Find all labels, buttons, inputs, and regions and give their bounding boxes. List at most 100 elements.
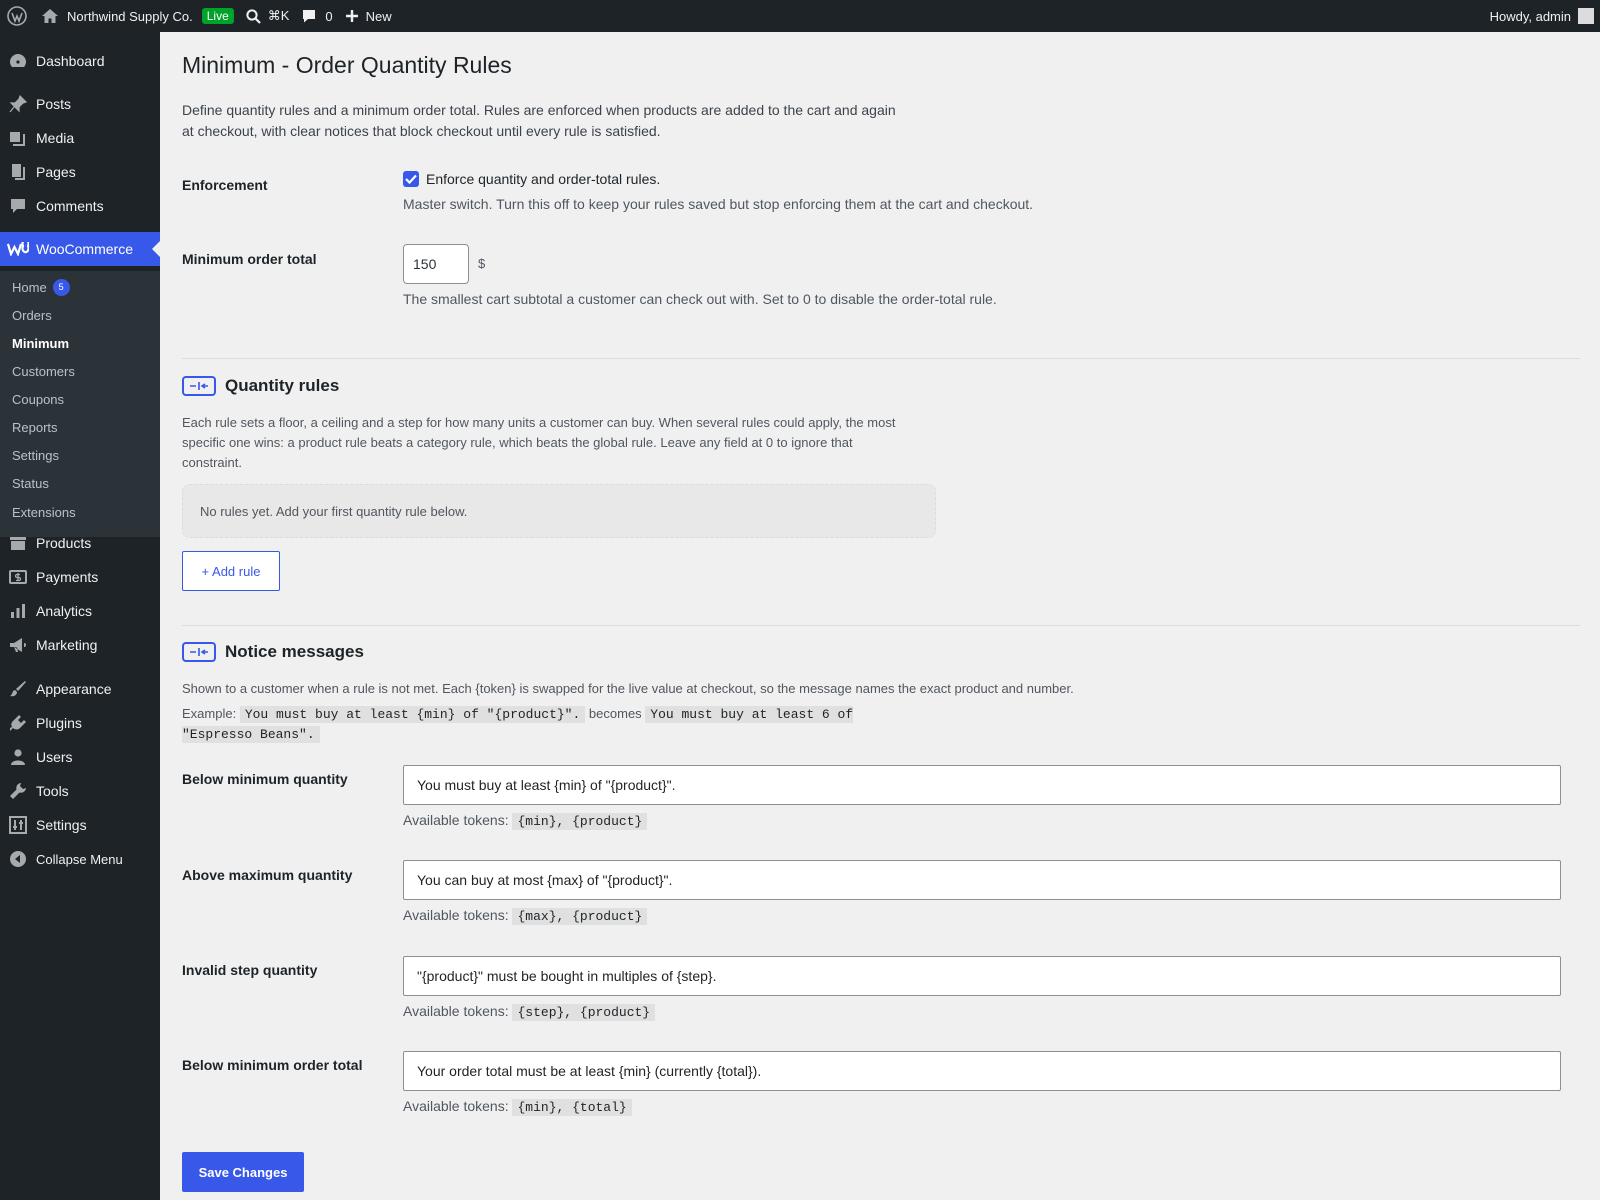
megaphone-icon: [0, 636, 36, 654]
submenu-coupons[interactable]: Coupons: [12, 392, 64, 407]
notice-input-invalid-step[interactable]: [403, 956, 1561, 996]
collapse-arrow-icon: [0, 850, 36, 868]
menu-posts-label: Posts: [36, 96, 72, 112]
menu-settings[interactable]: Settings: [0, 808, 160, 842]
menu-woocommerce-label: WooCommerce: [36, 241, 133, 257]
minimum-total-label: Minimum order total: [182, 251, 317, 267]
menu-dashboard[interactable]: Dashboard: [0, 44, 160, 78]
notice-input-above-max[interactable]: [403, 860, 1561, 900]
submenu-home[interactable]: Home 5: [12, 279, 70, 296]
collapse-menu-button[interactable]: Collapse Menu: [0, 842, 160, 876]
enforce-checkbox[interactable]: [403, 171, 419, 187]
tokens-label: Available tokens:: [403, 812, 509, 828]
submenu-customers-label: Customers: [12, 364, 75, 379]
notice-label-above-max: Above maximum quantity: [182, 867, 353, 883]
menu-woocommerce[interactable]: WooCommerce: [0, 232, 160, 266]
comments-icon: [0, 197, 36, 215]
woocommerce-icon: [0, 242, 36, 256]
section-divider: [182, 625, 1580, 626]
bar-chart-icon: [0, 602, 36, 620]
notice-input-below-total[interactable]: [403, 1051, 1561, 1091]
submenu-minimum[interactable]: Minimum: [12, 336, 69, 351]
tokens-list: {min}, {product}: [512, 813, 648, 830]
tokens-label: Available tokens:: [403, 1003, 509, 1019]
submenu-orders-label: Orders: [12, 308, 52, 323]
minimum-total-input[interactable]: [403, 244, 469, 284]
tokens-list: {min}, {total}: [512, 1099, 632, 1116]
pushpin-icon: [0, 95, 36, 113]
menu-payments-label: Payments: [36, 569, 99, 585]
menu-marketing[interactable]: Marketing: [0, 628, 160, 662]
account-menu[interactable]: Howdy, admin: [1484, 0, 1600, 32]
quantity-rules-icon: [182, 376, 216, 396]
new-content-button[interactable]: New: [339, 0, 398, 32]
tokens-label: Available tokens:: [403, 1098, 509, 1114]
menu-appearance-label: Appearance: [36, 681, 112, 697]
tokens-list: {step}, {product}: [512, 1004, 656, 1021]
submenu-reports[interactable]: Reports: [12, 420, 58, 435]
submenu-orders[interactable]: Orders: [12, 308, 52, 323]
menu-products-label: Products: [36, 535, 92, 551]
site-name-link[interactable]: Northwind Supply Co. Live: [35, 0, 240, 32]
menu-tools[interactable]: Tools: [0, 774, 160, 808]
example-template: You must buy at least {min} of "{product…: [239, 706, 586, 723]
tokens-label: Available tokens:: [403, 907, 509, 923]
menu-media-label: Media: [36, 130, 75, 146]
wordpress-logo-icon[interactable]: [0, 0, 35, 32]
minimum-total-description: The smallest cart subtotal a customer ca…: [403, 291, 997, 307]
checkmark-icon: [405, 174, 417, 184]
submenu-minimum-label: Minimum: [12, 336, 70, 351]
comments-link[interactable]: 0: [295, 0, 338, 32]
submenu-customers[interactable]: Customers: [12, 364, 75, 379]
comment-bubble-icon: [301, 8, 317, 24]
quantity-rules-title: Quantity rules: [225, 376, 340, 395]
notice-input-below-min[interactable]: [403, 765, 1561, 805]
menu-users[interactable]: Users: [0, 740, 160, 774]
menu-media[interactable]: Media: [0, 121, 160, 155]
tokens-below-min: Available tokens: {min}, {product}: [403, 812, 648, 830]
menu-pages[interactable]: Pages: [0, 155, 160, 189]
menu-appearance[interactable]: Appearance: [0, 672, 160, 706]
quantity-rules-description: Each rule sets a floor, a ceiling and a …: [182, 415, 896, 470]
add-rule-button[interactable]: + Add rule: [182, 551, 280, 591]
save-changes-button[interactable]: Save Changes: [182, 1152, 304, 1192]
admin-bar: Northwind Supply Co. Live ⌘K 0 New Howdy…: [0, 0, 1600, 32]
enforce-checkbox-label[interactable]: Enforce quantity and order-total rules.: [426, 171, 660, 187]
submenu-home-label: Home: [12, 280, 47, 295]
settings-sliders-icon: [0, 816, 36, 834]
menu-products[interactable]: Products: [0, 526, 160, 560]
pages-icon: [0, 163, 36, 181]
menu-payments[interactable]: Payments: [0, 560, 160, 594]
tokens-invalid-step: Available tokens: {step}, {product}: [403, 1003, 656, 1021]
currency-symbol: $: [478, 256, 486, 271]
example-joiner: becomes: [588, 706, 642, 721]
tokens-list: {max}, {product}: [512, 908, 648, 925]
tokens-above-max: Available tokens: {max}, {product}: [403, 907, 648, 925]
submenu-extensions[interactable]: Extensions: [12, 505, 76, 520]
user-icon: [0, 748, 36, 766]
site-name: Northwind Supply Co.: [67, 8, 193, 24]
enforcement-label: Enforcement: [182, 177, 268, 193]
menu-comments-label: Comments: [36, 198, 104, 214]
section-divider: [182, 358, 1580, 359]
example-prefix: Example:: [182, 706, 237, 721]
notice-example: Example: You must buy at least {min} of …: [182, 704, 902, 744]
search-icon: [246, 8, 261, 24]
payments-icon: [0, 568, 36, 586]
notice-messages-icon: [182, 642, 216, 662]
new-label: New: [365, 8, 392, 24]
home-icon: [41, 8, 59, 24]
menu-posts[interactable]: Posts: [0, 87, 160, 121]
menu-tools-label: Tools: [36, 783, 69, 799]
menu-plugins[interactable]: Plugins: [0, 706, 160, 740]
notice-label-below-min: Below minimum quantity: [182, 771, 348, 787]
submenu-status[interactable]: Status: [12, 476, 49, 491]
admin-sidebar: Dashboard Posts Media Pages Comments Woo…: [0, 32, 160, 1200]
paintbrush-icon: [0, 680, 36, 698]
notice-label-below-total: Below minimum order total: [182, 1057, 363, 1073]
command-search-button[interactable]: ⌘K: [240, 0, 296, 32]
comments-count: 0: [325, 8, 333, 24]
submenu-settings[interactable]: Settings: [12, 448, 59, 463]
menu-comments[interactable]: Comments: [0, 189, 160, 223]
menu-analytics[interactable]: Analytics: [0, 594, 160, 628]
